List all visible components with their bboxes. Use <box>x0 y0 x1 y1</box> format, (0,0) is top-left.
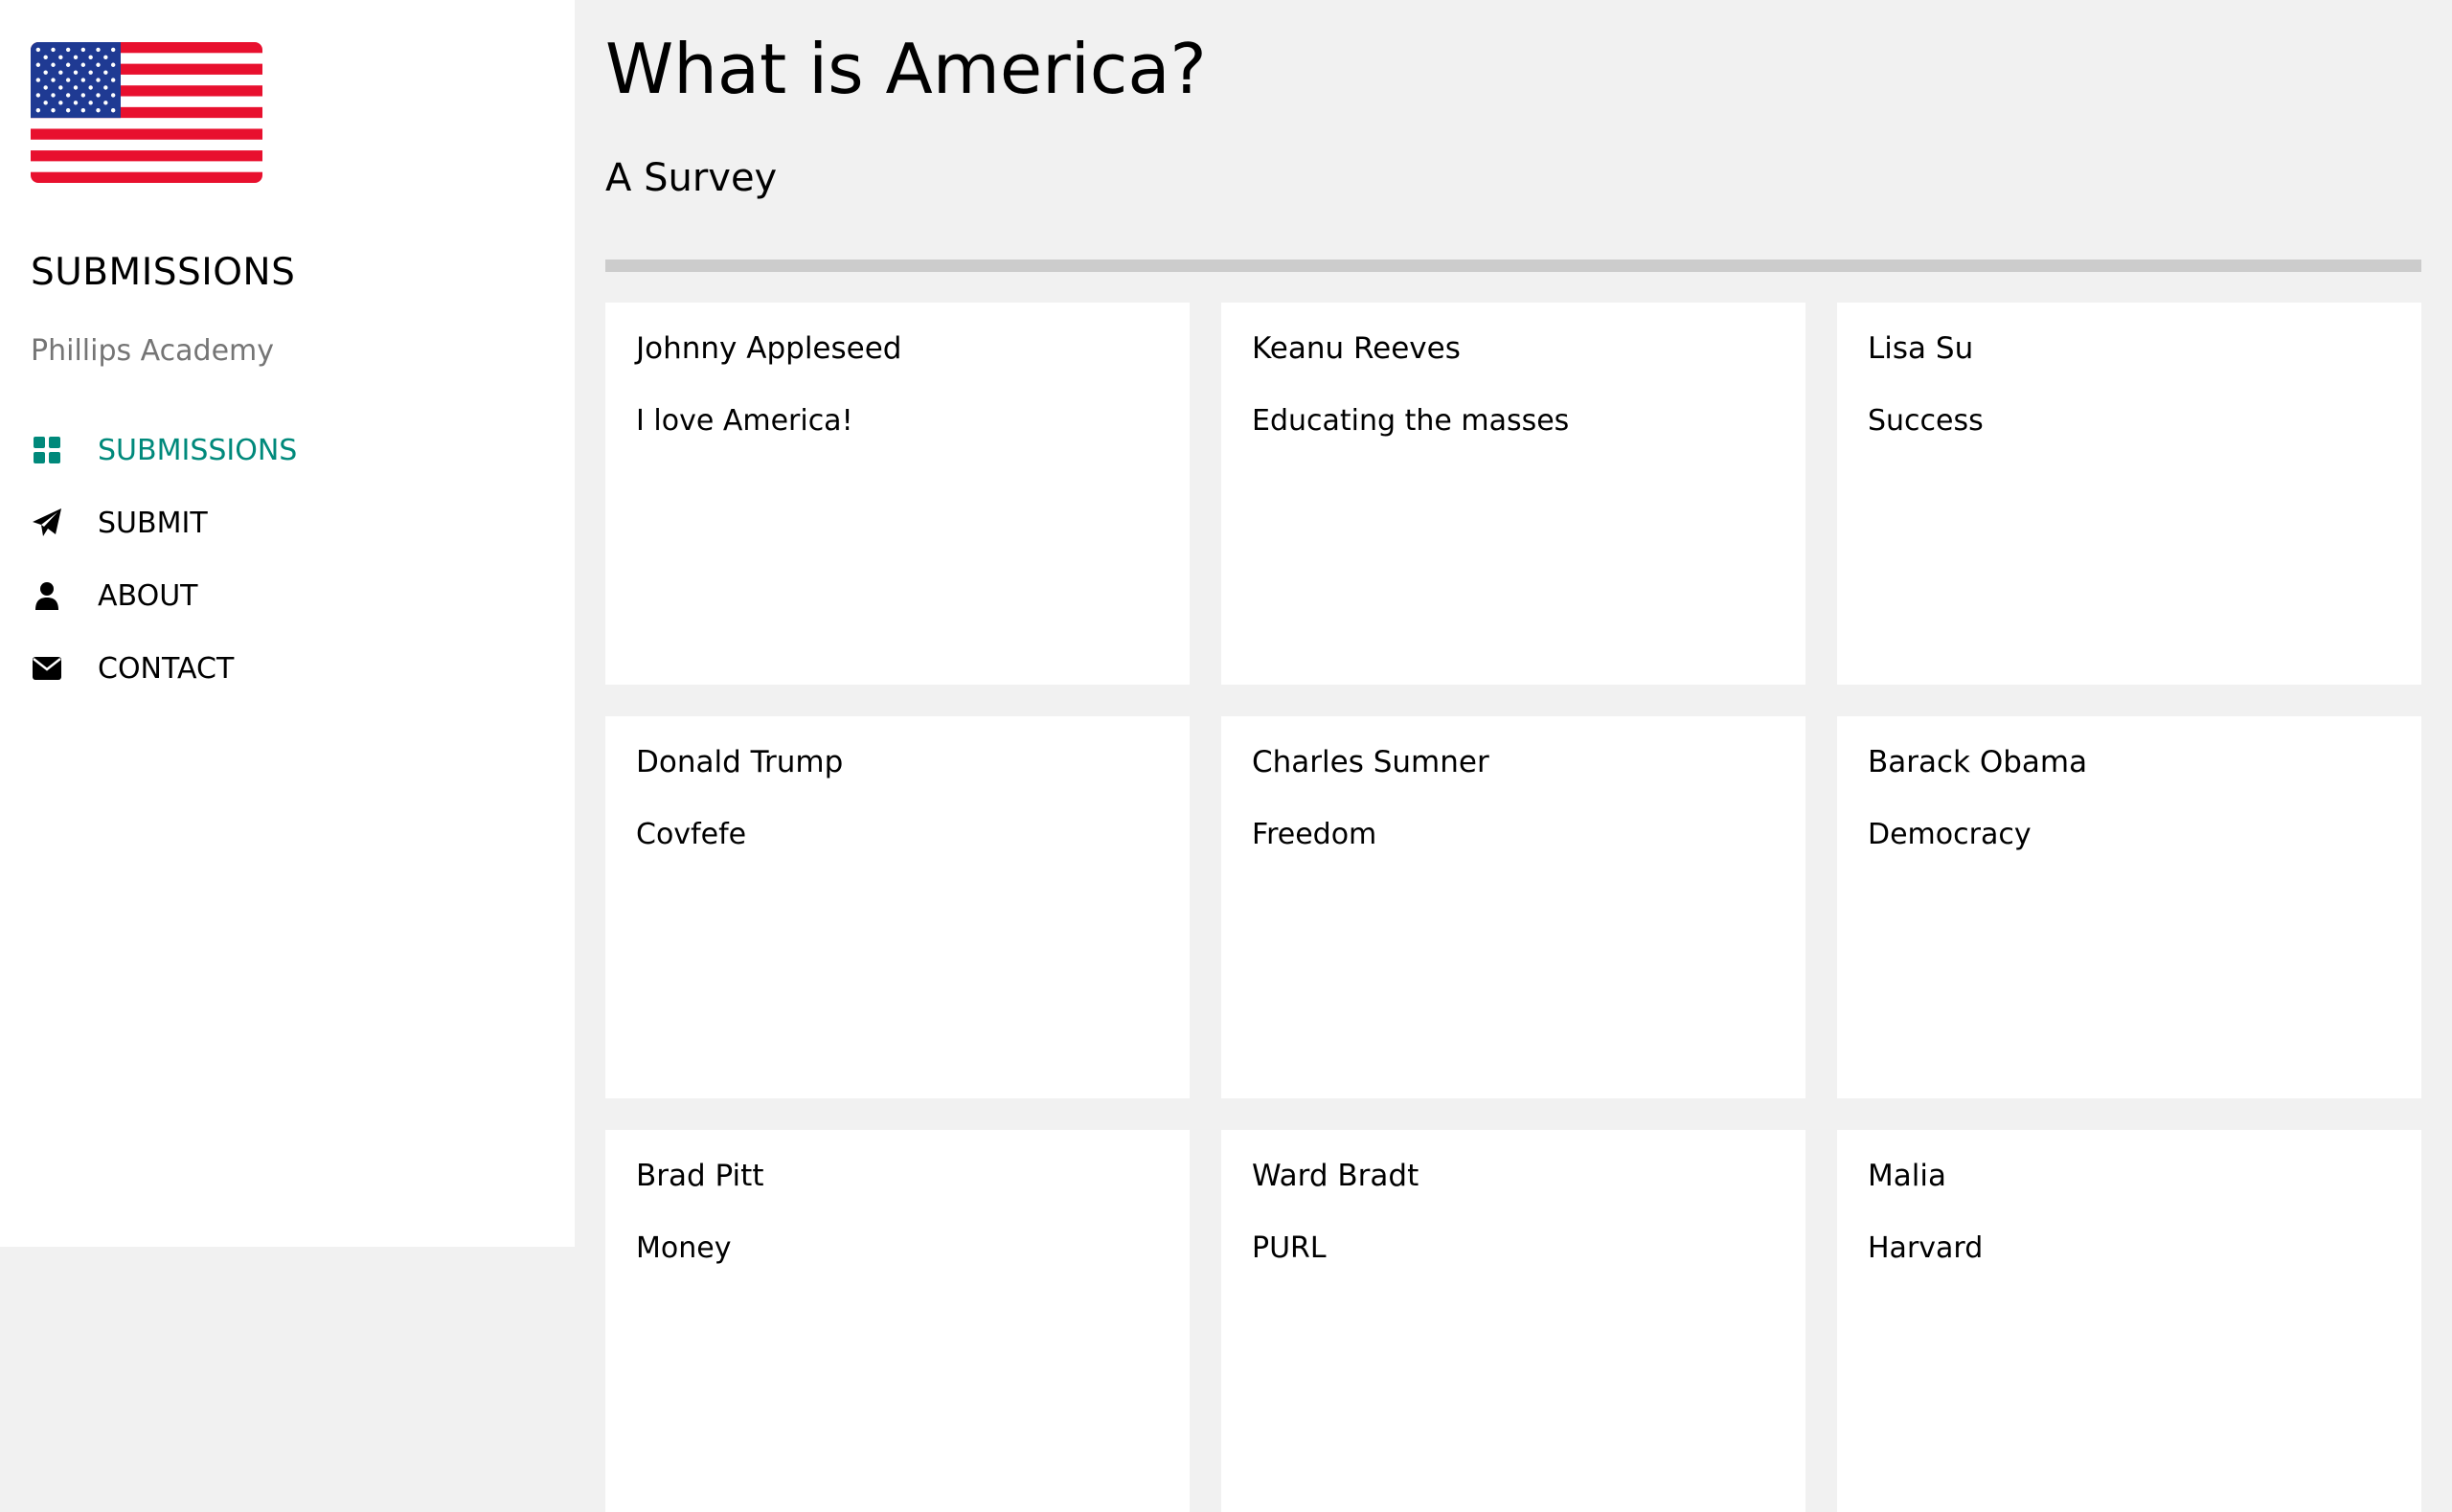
sidebar-title: SUBMISSIONS <box>31 251 296 294</box>
envelope-icon <box>31 652 63 685</box>
sidebar: SUBMISSIONS Phillips Academy SUBMISSIONS… <box>0 0 575 1247</box>
submission-card[interactable]: Charles Sumner Freedom <box>1221 716 1805 1098</box>
submission-author: Ward Bradt <box>1252 1159 1419 1193</box>
submission-card[interactable]: Keanu Reeves Educating the masses <box>1221 303 1805 685</box>
nav-label-submit: SUBMIT <box>98 506 208 540</box>
submission-card[interactable]: Johnny Appleseed I love America! <box>605 303 1190 685</box>
nav-item-about[interactable]: ABOUT <box>31 559 548 632</box>
nav-label-about: ABOUT <box>98 578 198 613</box>
page-subtitle: A Survey <box>605 156 778 200</box>
paper-plane-icon <box>31 507 63 539</box>
submission-text: I love America! <box>636 404 853 438</box>
submission-author: Lisa Su <box>1868 331 1974 366</box>
submission-text: Harvard <box>1868 1231 1984 1265</box>
submission-card[interactable]: Brad Pitt Money <box>605 1130 1190 1512</box>
submission-text: Freedom <box>1252 818 1377 851</box>
submission-author: Donald Trump <box>636 745 844 779</box>
submission-card[interactable]: Lisa Su Success <box>1837 303 2421 685</box>
nav-item-submissions[interactable]: SUBMISSIONS <box>31 414 548 486</box>
submission-card[interactable]: Donald Trump Covfefe <box>605 716 1190 1098</box>
submission-text: Success <box>1868 404 1984 438</box>
submission-author: Keanu Reeves <box>1252 331 1461 366</box>
nav-label-contact: CONTACT <box>98 651 235 686</box>
user-icon <box>31 579 63 612</box>
submission-card[interactable]: Barack Obama Democracy <box>1837 716 2421 1098</box>
submission-author: Barack Obama <box>1868 745 2088 779</box>
submission-text: Democracy <box>1868 818 2032 851</box>
divider <box>605 260 2421 272</box>
dashboard-icon <box>31 434 63 466</box>
submission-author: Brad Pitt <box>636 1159 764 1193</box>
submission-text: Covfefe <box>636 818 747 851</box>
submission-text: Educating the masses <box>1252 404 1570 438</box>
submission-card[interactable]: Malia Harvard <box>1837 1130 2421 1512</box>
submission-author: Charles Sumner <box>1252 745 1489 779</box>
nav-item-submit[interactable]: SUBMIT <box>31 486 548 559</box>
submission-card[interactable]: Ward Bradt PURL <box>1221 1130 1805 1512</box>
nav-label-submissions: SUBMISSIONS <box>98 433 298 467</box>
submission-author: Johnny Appleseed <box>636 331 902 366</box>
submission-text: PURL <box>1252 1231 1327 1265</box>
page-title: What is America? <box>605 29 1207 109</box>
us-flag-logo <box>31 42 262 183</box>
submission-author: Malia <box>1868 1159 1946 1193</box>
submission-text: Money <box>636 1231 732 1265</box>
sidebar-nav: SUBMISSIONS SUBMIT ABOUT CONTACT <box>31 414 548 705</box>
sidebar-subtitle: Phillips Academy <box>31 334 275 368</box>
nav-item-contact[interactable]: CONTACT <box>31 632 548 705</box>
submissions-grid: Johnny Appleseed I love America! Keanu R… <box>605 303 2421 1512</box>
